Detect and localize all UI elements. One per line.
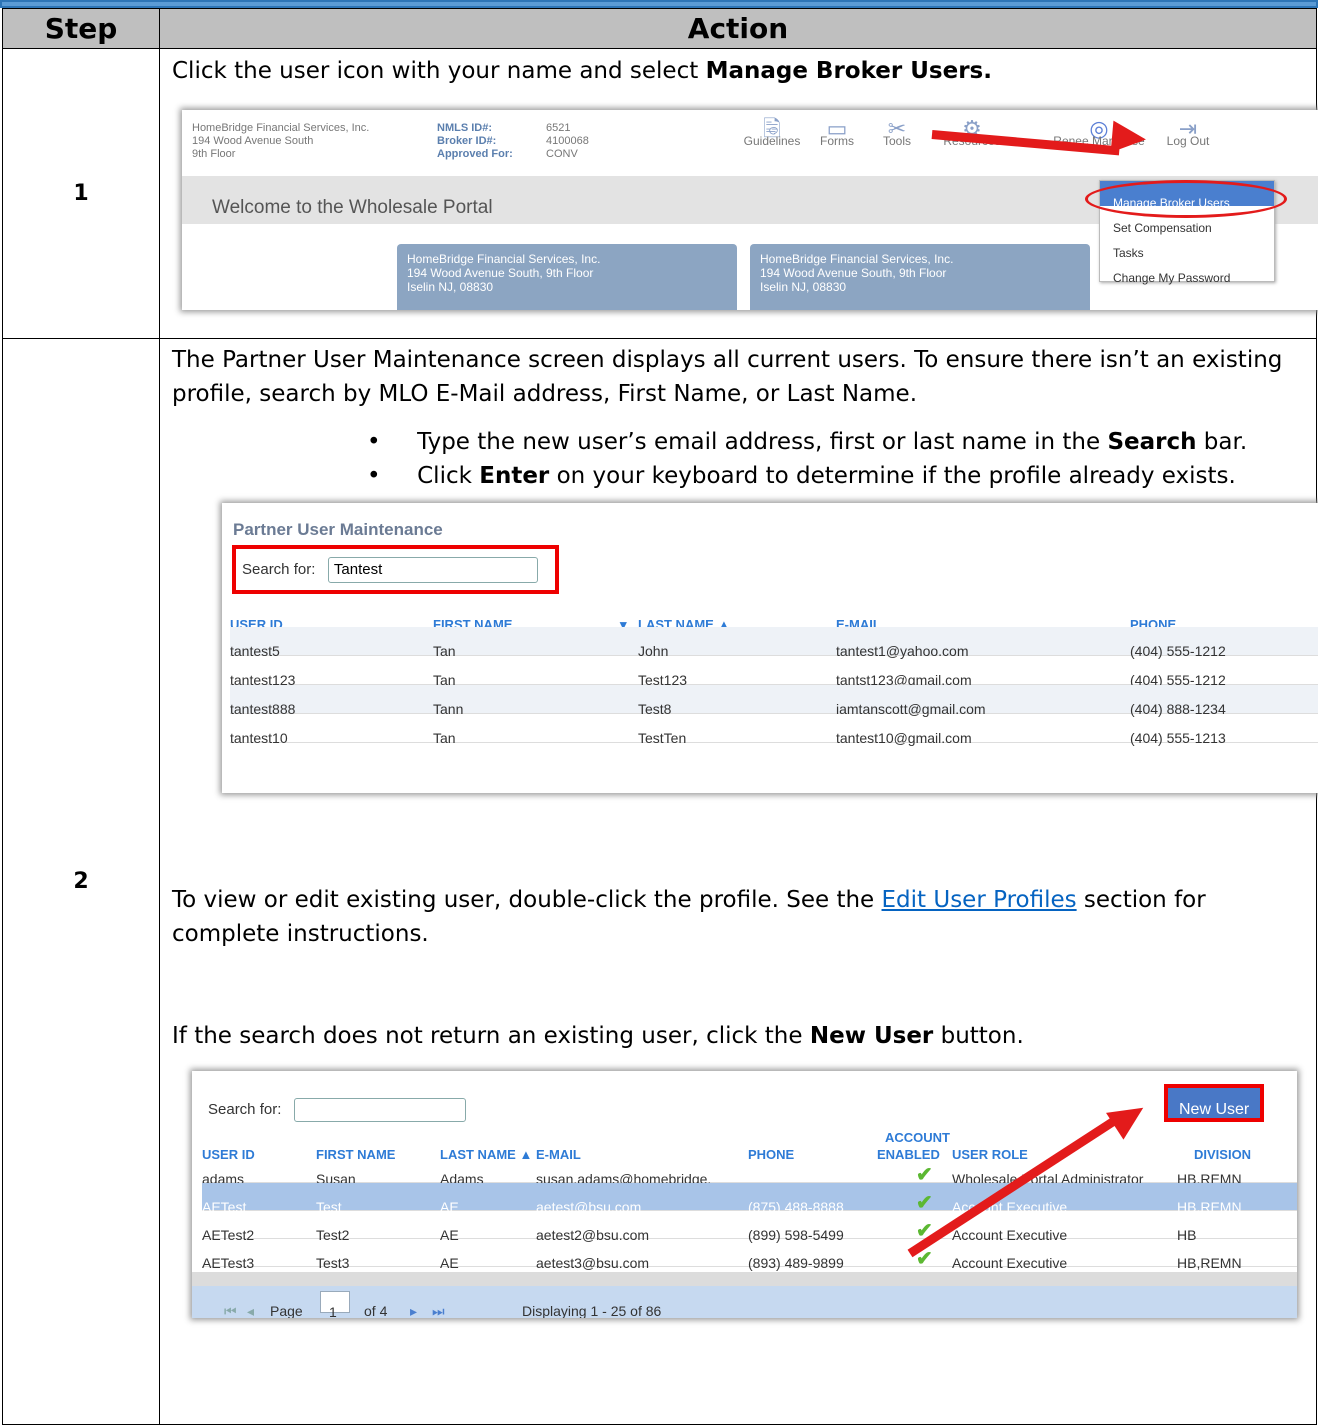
highlight-ellipse <box>1085 180 1287 218</box>
top-border-bar <box>0 0 1318 8</box>
company-card: HomeBridge Financial Services, Inc. 194 W… <box>750 244 1090 310</box>
bullet-list: • Type the new user’s email address, fir… <box>367 425 1304 493</box>
table-header-row: Step Action <box>2 8 1317 49</box>
step-2-action: The Partner User Maintenance screen disp… <box>159 338 1318 1425</box>
new-user-text: If the search does not return an existin… <box>172 1023 1024 1049</box>
table-row[interactable]: tantest123 Tan Test123 tantst123@gmail.com(… <box>230 656 1318 688</box>
step-1-action: Click the user icon with your name and s… <box>159 48 1318 339</box>
step-number: 1 <box>2 48 160 339</box>
portal-header: HomeBridge Financial Services, Inc. 194 W… <box>182 110 1318 176</box>
table-row[interactable]: AETest Test AE aetest@bsu.com (875) 488-8888… <box>202 1183 1297 1215</box>
broker-values: 6521 4100068 CONV <box>546 122 589 160</box>
company-card: HomeBridge Financial Services, Inc. 194 W… <box>397 244 737 310</box>
instruction-text: Click the user icon with your name and s… <box>172 58 706 84</box>
action-header: Action <box>159 8 1317 49</box>
search-input[interactable] <box>293 1097 466 1122</box>
nav-forms[interactable]: ▭ Forms <box>813 118 861 148</box>
table-row[interactable]: AETest3 Test3 AE aetest3@bsu.com (893) 489-9… <box>202 1239 1297 1271</box>
page-number-input[interactable]: 1 <box>320 1291 350 1318</box>
new-user-button[interactable]: New User <box>1164 1084 1264 1122</box>
screen-title: Partner User Maintenance <box>233 520 443 539</box>
portal-screenshot: HomeBridge Financial Services, Inc. 194 W… <box>182 110 1318 310</box>
intro-text: The Partner User Maintenance screen disp… <box>172 347 1283 407</box>
last-page-icon[interactable]: ⏭ <box>432 1294 445 1318</box>
step-row-1: 1 Click the user icon with your name and… <box>2 48 1318 339</box>
instruction-table: Step Action 1 Click the user icon with y… <box>2 8 1318 1425</box>
search-label: Search for: <box>208 1101 282 1118</box>
list-item: • Type the new user’s email address, fir… <box>367 429 1248 455</box>
step-header: Step <box>2 8 160 49</box>
table-row[interactable]: tantest888 Tann Test8 iamtanscott@gmail.com… <box>230 685 1318 717</box>
view-edit-text: To view or edit existing user, double-cl… <box>172 887 1206 947</box>
table-row[interactable]: tantest5 Tan John tantest1@yahoo.com (404) 5… <box>230 627 1318 659</box>
user-list-screenshot: Search for: New User USER ID FIRST NAME … <box>192 1071 1297 1318</box>
edit-user-profiles-link[interactable]: Edit User Profiles <box>882 887 1077 913</box>
table-row[interactable]: tantest10 Tan TestTen tantest10@gmail.com (4… <box>230 714 1318 746</box>
table-row[interactable]: adams Susan Adams susan.adams@homebridge. ✔ W… <box>202 1155 1297 1187</box>
nav-guidelines[interactable]: 🗟 Guidelines <box>740 118 804 148</box>
pagination-bar: ⏮ ◂ Page 1 of 4 ▸ ⏭ Displaying 1 - 25 of… <box>192 1286 1297 1318</box>
step-row-2: 2 The Partner User Maintenance screen di… <box>2 338 1318 1425</box>
red-arrow-head <box>1110 120 1148 156</box>
step-number: 2 <box>2 338 160 1425</box>
instruction-bold: Manage Broker Users. <box>705 58 992 84</box>
table-header: USER ID FIRST NAME ▾ LAST NAME ▲ E-MAIL … <box>230 601 1318 632</box>
search-highlight-box <box>232 545 559 594</box>
users-table: USER ID FIRST NAME ▾ LAST NAME ▲ E-MAIL … <box>230 601 1318 746</box>
horizontal-scrollbar[interactable]: ◂ <box>192 1272 1297 1300</box>
nav-tools[interactable]: ✂ Tools <box>872 118 922 148</box>
company-address: HomeBridge Financial Services, Inc. 194 W… <box>192 122 370 160</box>
list-item: • Click Enter on your keyboard to determ… <box>367 463 1236 489</box>
broker-labels: NMLS ID#: Broker ID#: Approved For: <box>437 122 513 160</box>
table-row[interactable]: AETest2 Test2 AE aetest2@bsu.com (899) 598-5… <box>202 1211 1297 1243</box>
prev-page-icon[interactable]: ◂ <box>247 1294 254 1318</box>
search-area: Search for: <box>208 1093 466 1127</box>
nav-logout[interactable]: ⇥ Log Out <box>1160 118 1216 148</box>
first-page-icon[interactable]: ⏮ <box>224 1294 237 1318</box>
next-page-icon[interactable]: ▸ <box>410 1294 417 1318</box>
partner-user-screenshot: Partner User Maintenance Search for: USE… <box>222 503 1318 793</box>
